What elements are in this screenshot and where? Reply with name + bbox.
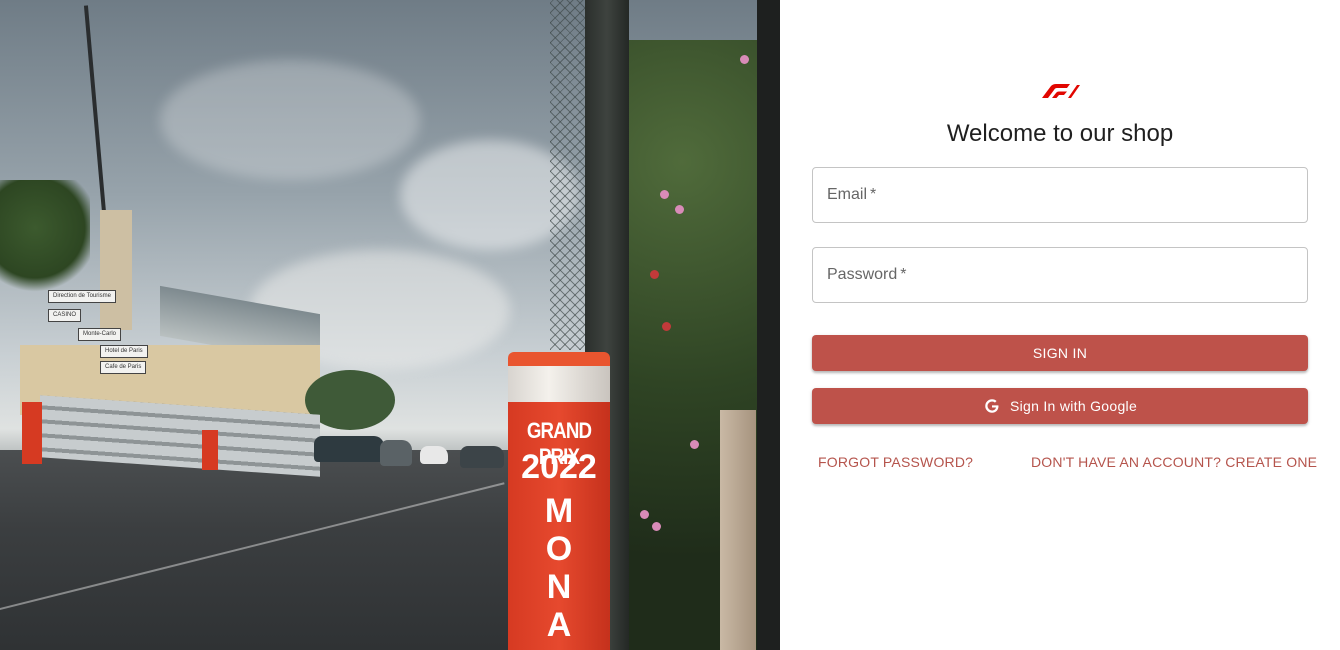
parked-car: [314, 436, 384, 462]
parked-car: [380, 440, 412, 466]
flower: [690, 440, 699, 449]
chain-link-fence: [550, 0, 590, 350]
bollard-reflector: [508, 366, 610, 402]
street-sign: Direction de Tourisme: [48, 290, 116, 303]
street-sign: Hotel de Paris: [100, 345, 148, 358]
email-field[interactable]: Email *: [812, 167, 1308, 223]
palm-tree: [0, 180, 90, 300]
track-bollard: [202, 430, 218, 470]
password-field[interactable]: Password *: [812, 247, 1308, 303]
street-sign: Cafe de Paris: [100, 361, 147, 374]
grand-prix-bollard: GRAND PRIX 2022 MONAC: [508, 352, 610, 650]
google-sign-in-label: Sign In with Google: [1009, 398, 1138, 414]
street-sign: Monte-Carlo: [78, 328, 122, 341]
bollard-text-year: 2022: [521, 448, 597, 486]
parked-car: [420, 446, 448, 464]
hero-image: Direction de Tourisme CASINO Monte-Carlo…: [0, 0, 780, 650]
parked-car: [460, 446, 504, 468]
flower: [675, 205, 684, 214]
track-bollard: [22, 402, 42, 464]
login-page: Direction de Tourisme CASINO Monte-Carlo…: [0, 0, 1340, 650]
bollard-text-monaco: MONAC: [544, 492, 574, 650]
cloud: [160, 60, 420, 180]
create-account-link[interactable]: DON'T HAVE AN ACCOUNT? CREATE ONE: [1031, 454, 1317, 470]
forgot-password-link[interactable]: FORGOT PASSWORD?: [818, 454, 973, 470]
email-input[interactable]: [813, 168, 1307, 222]
flower: [652, 522, 661, 531]
page-title: Welcome to our shop: [946, 120, 1174, 147]
google-sign-in-button[interactable]: Sign In with Google: [812, 388, 1308, 424]
sign-in-button[interactable]: SIGN IN: [812, 335, 1308, 371]
flower: [740, 55, 749, 64]
f1-logo-icon: [1042, 84, 1080, 98]
sign-in-button-label: SIGN IN: [1032, 345, 1088, 361]
casino-tower: [100, 210, 132, 330]
password-input[interactable]: [813, 248, 1307, 302]
flower: [662, 322, 671, 331]
flower: [640, 510, 649, 519]
login-panel: Welcome to our shop Email * Password * S…: [780, 0, 1340, 650]
flower: [650, 270, 659, 279]
google-g-icon: [985, 399, 999, 413]
stone-wall: [720, 410, 756, 650]
street-sign: CASINO: [48, 309, 82, 322]
flower: [660, 190, 669, 199]
edge-pole: [757, 0, 780, 650]
bollard-cap: [508, 352, 610, 366]
